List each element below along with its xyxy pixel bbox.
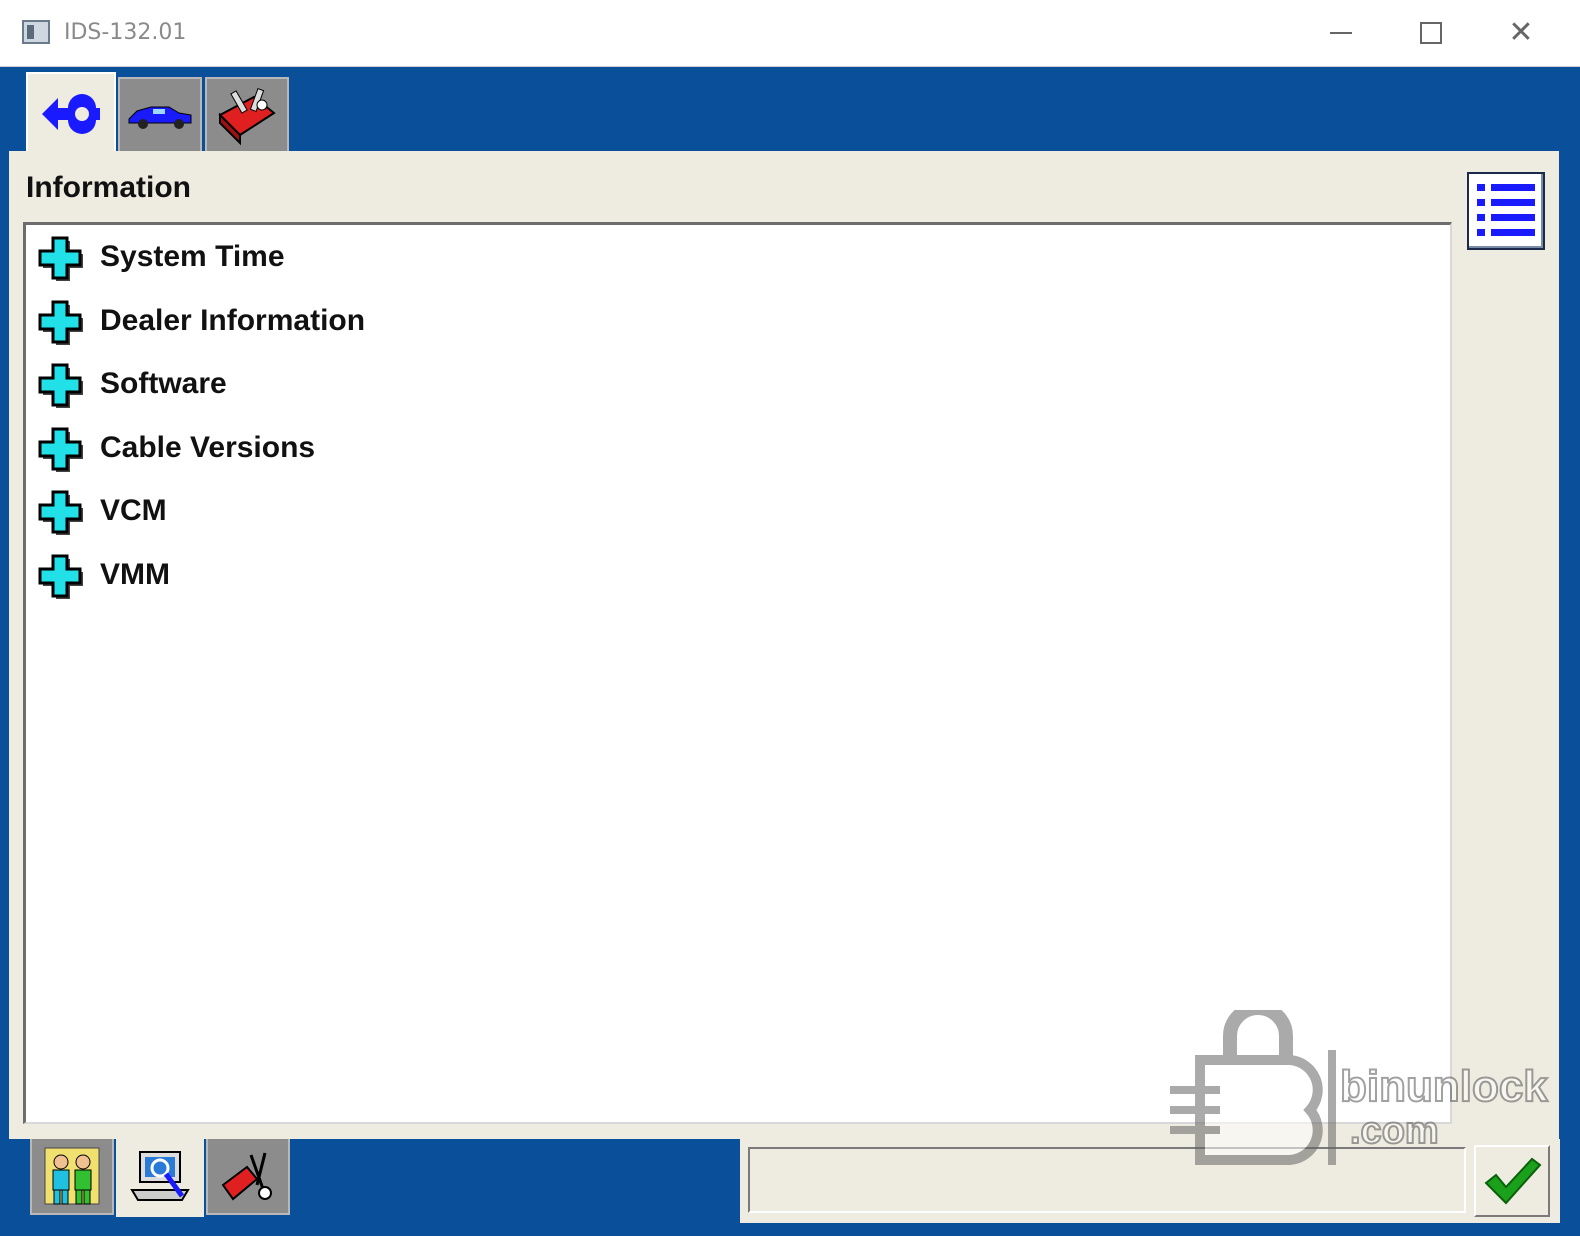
tree-item-vcm[interactable]: VCM	[34, 483, 167, 539]
main-panel: Information System Time Dealer Informati…	[9, 151, 1559, 1139]
tree-item-vmm[interactable]: VMM	[34, 547, 170, 603]
maximize-button[interactable]	[1386, 0, 1476, 66]
tab-connect[interactable]	[26, 72, 116, 154]
plus-expand-icon[interactable]	[34, 423, 84, 473]
tree-item-software[interactable]: Software	[34, 356, 227, 412]
window-title: IDS-132.01	[64, 20, 187, 45]
tree-item-label: VMM	[100, 558, 170, 591]
minimize-button[interactable]	[1296, 0, 1386, 66]
tree-item-label: System Time	[100, 240, 285, 273]
panel-title: Information	[26, 171, 191, 204]
list-view-button[interactable]	[1467, 172, 1545, 250]
bottom-tab-users[interactable]	[30, 1139, 114, 1215]
close-button[interactable]: ✕	[1476, 0, 1566, 66]
padlock-logo-icon	[1170, 1001, 1336, 1165]
tab-vehicle[interactable]	[118, 77, 202, 152]
tree-item-dealer-information[interactable]: Dealer Information	[34, 293, 365, 349]
plus-expand-icon[interactable]	[34, 486, 84, 536]
plus-expand-icon[interactable]	[34, 550, 84, 600]
tools-icon	[221, 1152, 272, 1201]
tab-toolbox[interactable]	[205, 77, 289, 152]
plus-expand-icon[interactable]	[34, 296, 84, 346]
app-icon	[22, 20, 50, 44]
tree-item-label: Software	[100, 367, 227, 400]
plus-expand-icon[interactable]	[34, 232, 84, 282]
computer-search-icon	[130, 1151, 190, 1201]
minimize-icon	[1330, 32, 1352, 34]
tree-item-label: Dealer Information	[100, 304, 366, 337]
users-icon	[44, 1147, 100, 1205]
tree-item-label: Cable Versions	[100, 431, 316, 464]
plus-expand-icon[interactable]	[34, 359, 84, 409]
tree-item-label: VCM	[100, 494, 167, 527]
watermark-text: .com	[1349, 1109, 1440, 1153]
tree-item-cable-versions[interactable]: Cable Versions	[34, 420, 315, 476]
tree-item-system-time[interactable]: System Time	[34, 229, 285, 285]
connect-arrow-icon	[42, 94, 100, 134]
vehicle-car-icon	[128, 106, 192, 129]
bottom-tab-computer-search[interactable]	[116, 1139, 204, 1217]
watermark: binunlock .com	[1160, 1001, 1560, 1170]
close-icon: ✕	[1508, 15, 1534, 50]
toolbox-icon	[218, 87, 276, 145]
title-bar: IDS-132.01 ✕	[0, 0, 1580, 67]
bottom-tab-tools[interactable]	[206, 1139, 290, 1215]
list-view-icon	[1477, 184, 1535, 236]
maximize-icon	[1420, 22, 1442, 44]
info-tree: System Time Dealer Information Software …	[23, 222, 1452, 1124]
watermark-text: binunlock	[1339, 1061, 1549, 1112]
